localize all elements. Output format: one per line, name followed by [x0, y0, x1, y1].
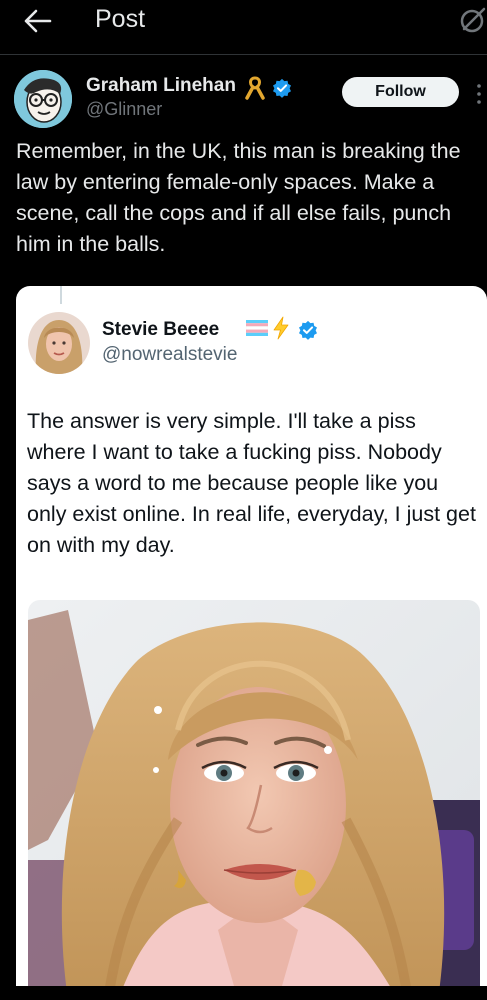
- lightning-bolt-icon: [273, 316, 289, 340]
- thread-line: [60, 286, 62, 304]
- header-divider: [0, 54, 487, 55]
- verified-badge-icon: [273, 78, 291, 98]
- quoted-post-photo[interactable]: [28, 600, 480, 1000]
- awareness-ribbon-icon: [245, 76, 265, 100]
- more-vertical-icon[interactable]: [476, 83, 482, 105]
- quoted-author-handle[interactable]: @nowrealstevie: [102, 344, 237, 366]
- verified-badge-icon: [299, 320, 317, 340]
- transgender-flag-icon: [246, 320, 268, 336]
- system-nav-bar: [0, 986, 487, 1000]
- arrow-left-icon[interactable]: [22, 6, 54, 36]
- grok-icon[interactable]: [458, 5, 487, 35]
- author-name[interactable]: Graham Linehan: [86, 75, 236, 97]
- page-title: Post: [95, 5, 146, 33]
- quoted-post[interactable]: Stevie Beeee @nowrealstevie The answer i…: [16, 286, 487, 1000]
- author-avatar[interactable]: [14, 70, 72, 128]
- quoted-post-text: The answer is very simple. I'll take a p…: [27, 409, 476, 557]
- quoted-author-name[interactable]: Stevie Beeee: [102, 319, 219, 341]
- top-bar: Post: [0, 0, 487, 48]
- author-handle[interactable]: @Glinner: [86, 99, 162, 120]
- follow-button[interactable]: Follow: [342, 77, 459, 107]
- post-text: Remember, in the UK, this man is breakin…: [16, 139, 461, 256]
- quoted-author-avatar[interactable]: [28, 312, 90, 374]
